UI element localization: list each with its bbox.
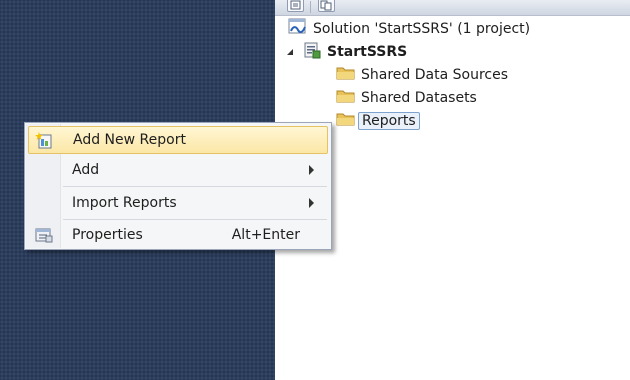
menu-item-label: Properties [72, 227, 143, 243]
menu-separator [63, 219, 327, 220]
tree-node-project[interactable]: StartSSRS [286, 42, 407, 62]
tree-node-reports[interactable]: Reports [336, 111, 420, 131]
context-menu: Add New Report Add Import Reports Proper… [24, 122, 332, 250]
submenu-arrow-icon [309, 198, 314, 208]
solution-explorer-toolbar [275, 0, 630, 16]
menu-item-label: Add [72, 162, 100, 178]
report-project-icon [302, 41, 322, 63]
folder-label: Reports [358, 112, 420, 130]
menu-separator [63, 186, 327, 187]
menu-item-label: Import Reports [72, 195, 177, 211]
menu-item-import-reports[interactable]: Import Reports [28, 189, 328, 217]
project-label: StartSSRS [327, 44, 408, 60]
folder-icon [336, 88, 356, 108]
menu-item-add[interactable]: Add [28, 156, 328, 184]
folder-icon [336, 111, 356, 131]
menu-item-label: Add New Report [73, 132, 186, 148]
menu-item-properties[interactable]: Properties Alt+Enter [28, 221, 328, 249]
menu-item-add-new-report[interactable]: Add New Report [28, 126, 328, 154]
show-all-files-icon[interactable] [318, 0, 335, 12]
folder-label: Shared Data Sources [361, 67, 508, 83]
add-new-report-icon [35, 132, 55, 154]
menu-item-shortcut: Alt+Enter [231, 227, 300, 243]
tree-node-solution[interactable]: Solution 'StartSSRS' (1 project) [288, 18, 531, 40]
properties-icon [34, 226, 54, 248]
tree-node-shared-data-sources[interactable]: Shared Data Sources [336, 65, 508, 85]
solution-label: Solution 'StartSSRS' (1 project) [313, 21, 531, 37]
folder-icon [336, 65, 356, 85]
properties-icon[interactable] [287, 0, 304, 12]
solution-icon [288, 18, 308, 40]
toolbar-separator [310, 1, 311, 13]
folder-label: Shared Datasets [361, 90, 477, 106]
submenu-arrow-icon [309, 165, 314, 175]
collapse-triangle-icon[interactable] [286, 44, 294, 60]
tree-node-shared-datasets[interactable]: Shared Datasets [336, 88, 477, 108]
